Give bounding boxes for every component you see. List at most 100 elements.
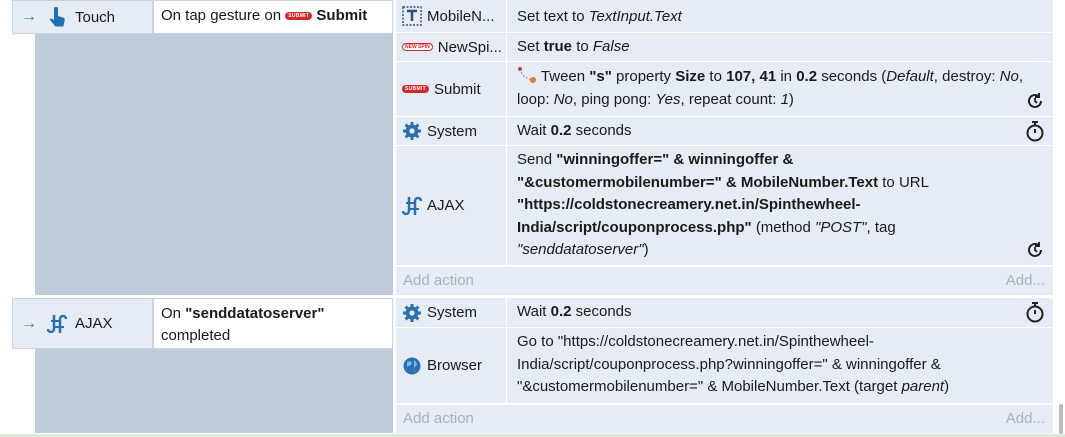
action-object-label: System xyxy=(427,122,478,140)
action-text: Wait xyxy=(517,303,547,320)
tween-icon xyxy=(518,67,536,83)
action-object-newspin[interactable]: NEW SPIN NewSpi... xyxy=(396,33,506,61)
action-object-label: MobileN... xyxy=(427,7,495,25)
action-text: Go to "https://coldstonecreamery.net.in/… xyxy=(517,333,874,350)
action-text-italic: No xyxy=(999,68,1019,85)
arrow-right-icon: → xyxy=(21,314,37,332)
stopwatch-icon xyxy=(1026,121,1044,142)
action-text-italic: "senddatatoserver" xyxy=(517,241,644,258)
async-wait-icon xyxy=(1028,93,1042,108)
action-object-label: AJAX xyxy=(427,197,465,214)
trigger-tag: "senddatatoserver" xyxy=(185,305,325,322)
action-text-bold: 0.2 xyxy=(550,303,572,320)
action-text: property xyxy=(616,68,672,85)
action-text: , destroy: xyxy=(933,68,996,85)
action-wait[interactable]: Wait 0.2 seconds xyxy=(507,298,1053,327)
action-text: seconds ( xyxy=(821,68,887,85)
condition-object-label: AJAX xyxy=(75,315,113,332)
action-text-bold: 0.2 xyxy=(796,68,818,85)
event-1-side-panel xyxy=(35,34,393,295)
submit-badge-icon: SUBMIT xyxy=(285,12,313,21)
action-text: to URL xyxy=(882,173,929,191)
action-wait[interactable]: Wait 0.2 seconds xyxy=(507,117,1053,145)
action-text: ) xyxy=(944,378,950,395)
action-object-label: Submit xyxy=(433,80,481,98)
action-text: Tween xyxy=(540,68,586,85)
action-text: to xyxy=(709,68,722,85)
action-text-bold: 107, 41 xyxy=(726,68,777,85)
action-text-bold: "https://coldstonecreamery.net.in/Spinth… xyxy=(517,196,861,213)
action-object-submit[interactable]: SUBMIT Submit xyxy=(396,62,506,116)
gear-icon xyxy=(403,303,421,322)
condition-object-label: Touch xyxy=(75,8,116,26)
add-action-row[interactable]: Add action Add... xyxy=(396,266,1053,295)
trigger-suffix: completed xyxy=(161,327,231,344)
action-text-italic: False xyxy=(592,38,630,55)
vertical-scrollbar-thumb[interactable] xyxy=(1059,404,1063,434)
action-browser-goto[interactable]: Go to "https://coldstonecreamery.net.in/… xyxy=(507,328,1053,403)
action-object-system[interactable]: System xyxy=(396,117,506,145)
action-text-italic: TextInput.Text xyxy=(588,8,682,25)
action-text: Set xyxy=(517,38,540,55)
ajax-icon xyxy=(402,196,422,215)
event-1-condition-object[interactable]: → Touch xyxy=(12,0,153,34)
action-set-text[interactable]: Set text to TextInput.Text xyxy=(507,0,1053,32)
action-text: ) xyxy=(788,90,794,108)
action-text: , ping pong: xyxy=(572,90,652,108)
add-action-link[interactable]: Add action xyxy=(403,272,474,289)
action-text: India/script/couponprocess.php?winningof… xyxy=(517,355,941,373)
async-wait-icon xyxy=(1028,242,1042,257)
trigger-prefix: On tap gesture on xyxy=(161,7,282,24)
action-text-italic: Yes xyxy=(655,90,681,108)
action-set-boolean[interactable]: Set true to False xyxy=(507,33,1053,61)
action-ajax-send[interactable]: Send "winningoffer=" & winningoffer & "&… xyxy=(507,146,1053,265)
action-text: in xyxy=(780,68,793,85)
event-2-trigger[interactable]: On "senddatatoserver" completed xyxy=(153,298,393,349)
arrow-right-icon: → xyxy=(21,8,37,25)
add-action-row[interactable]: Add action Add... xyxy=(396,404,1053,433)
stopwatch-icon xyxy=(1026,302,1044,323)
action-text: Set text to xyxy=(517,8,589,25)
action-text-italic: 1 xyxy=(780,90,789,108)
trigger-prefix: On xyxy=(161,305,182,322)
add-action-link[interactable]: Add action xyxy=(403,410,474,427)
event-2-condition-object[interactable]: → AJAX xyxy=(12,298,153,349)
action-text-bold: 0.2 xyxy=(550,122,572,139)
action-text: , tag xyxy=(866,218,896,236)
action-text: (method xyxy=(755,218,811,236)
action-object-browser[interactable]: Browser xyxy=(396,328,506,403)
action-text: seconds xyxy=(575,122,632,139)
trigger-object: Submit xyxy=(316,7,368,24)
text-input-icon xyxy=(402,6,422,26)
event-1-trigger[interactable]: On tap gesture on SUBMIT Submit xyxy=(153,0,393,34)
action-text-italic: No xyxy=(553,90,573,108)
action-text-italic: Default xyxy=(886,68,934,85)
action-object-mobilenumber[interactable]: MobileN... xyxy=(396,0,506,32)
newspin-badge-icon: NEW SPIN xyxy=(402,43,433,51)
event-2-side-panel xyxy=(35,349,393,433)
action-text-bold: "winningoffer=" & winningoffer & xyxy=(556,151,794,168)
action-text: Send xyxy=(517,151,553,168)
action-text-bold: "s" xyxy=(589,68,612,85)
action-text: to xyxy=(576,38,589,55)
action-text-bold: India/script/couponprocess.php" xyxy=(517,218,752,236)
action-text: , repeat count: xyxy=(680,90,777,108)
action-object-label: Browser xyxy=(427,357,483,374)
action-text-bold: true xyxy=(543,38,573,55)
action-text: ) xyxy=(643,241,649,258)
action-object-system[interactable]: System xyxy=(396,298,506,327)
ajax-icon xyxy=(47,314,67,333)
touch-hand-icon xyxy=(50,7,65,27)
gear-icon xyxy=(403,122,421,140)
action-text: seconds xyxy=(575,303,632,320)
add-more-link[interactable]: Add... xyxy=(1006,407,1045,431)
action-text: Wait xyxy=(517,122,547,139)
action-object-ajax[interactable]: AJAX xyxy=(396,146,506,265)
submit-badge-icon: SUBMIT xyxy=(402,85,429,93)
action-text-bold: "&customermobilenumber=" & MobileNumber.… xyxy=(517,173,879,191)
action-tween[interactable]: Tween "s" property Size to 107, 41 in 0.… xyxy=(507,62,1053,116)
action-text-bold: Size xyxy=(675,68,706,85)
action-object-label: NewSpi... xyxy=(437,38,502,56)
add-more-link[interactable]: Add... xyxy=(1006,269,1045,293)
action-text-italic: parent xyxy=(901,378,945,395)
